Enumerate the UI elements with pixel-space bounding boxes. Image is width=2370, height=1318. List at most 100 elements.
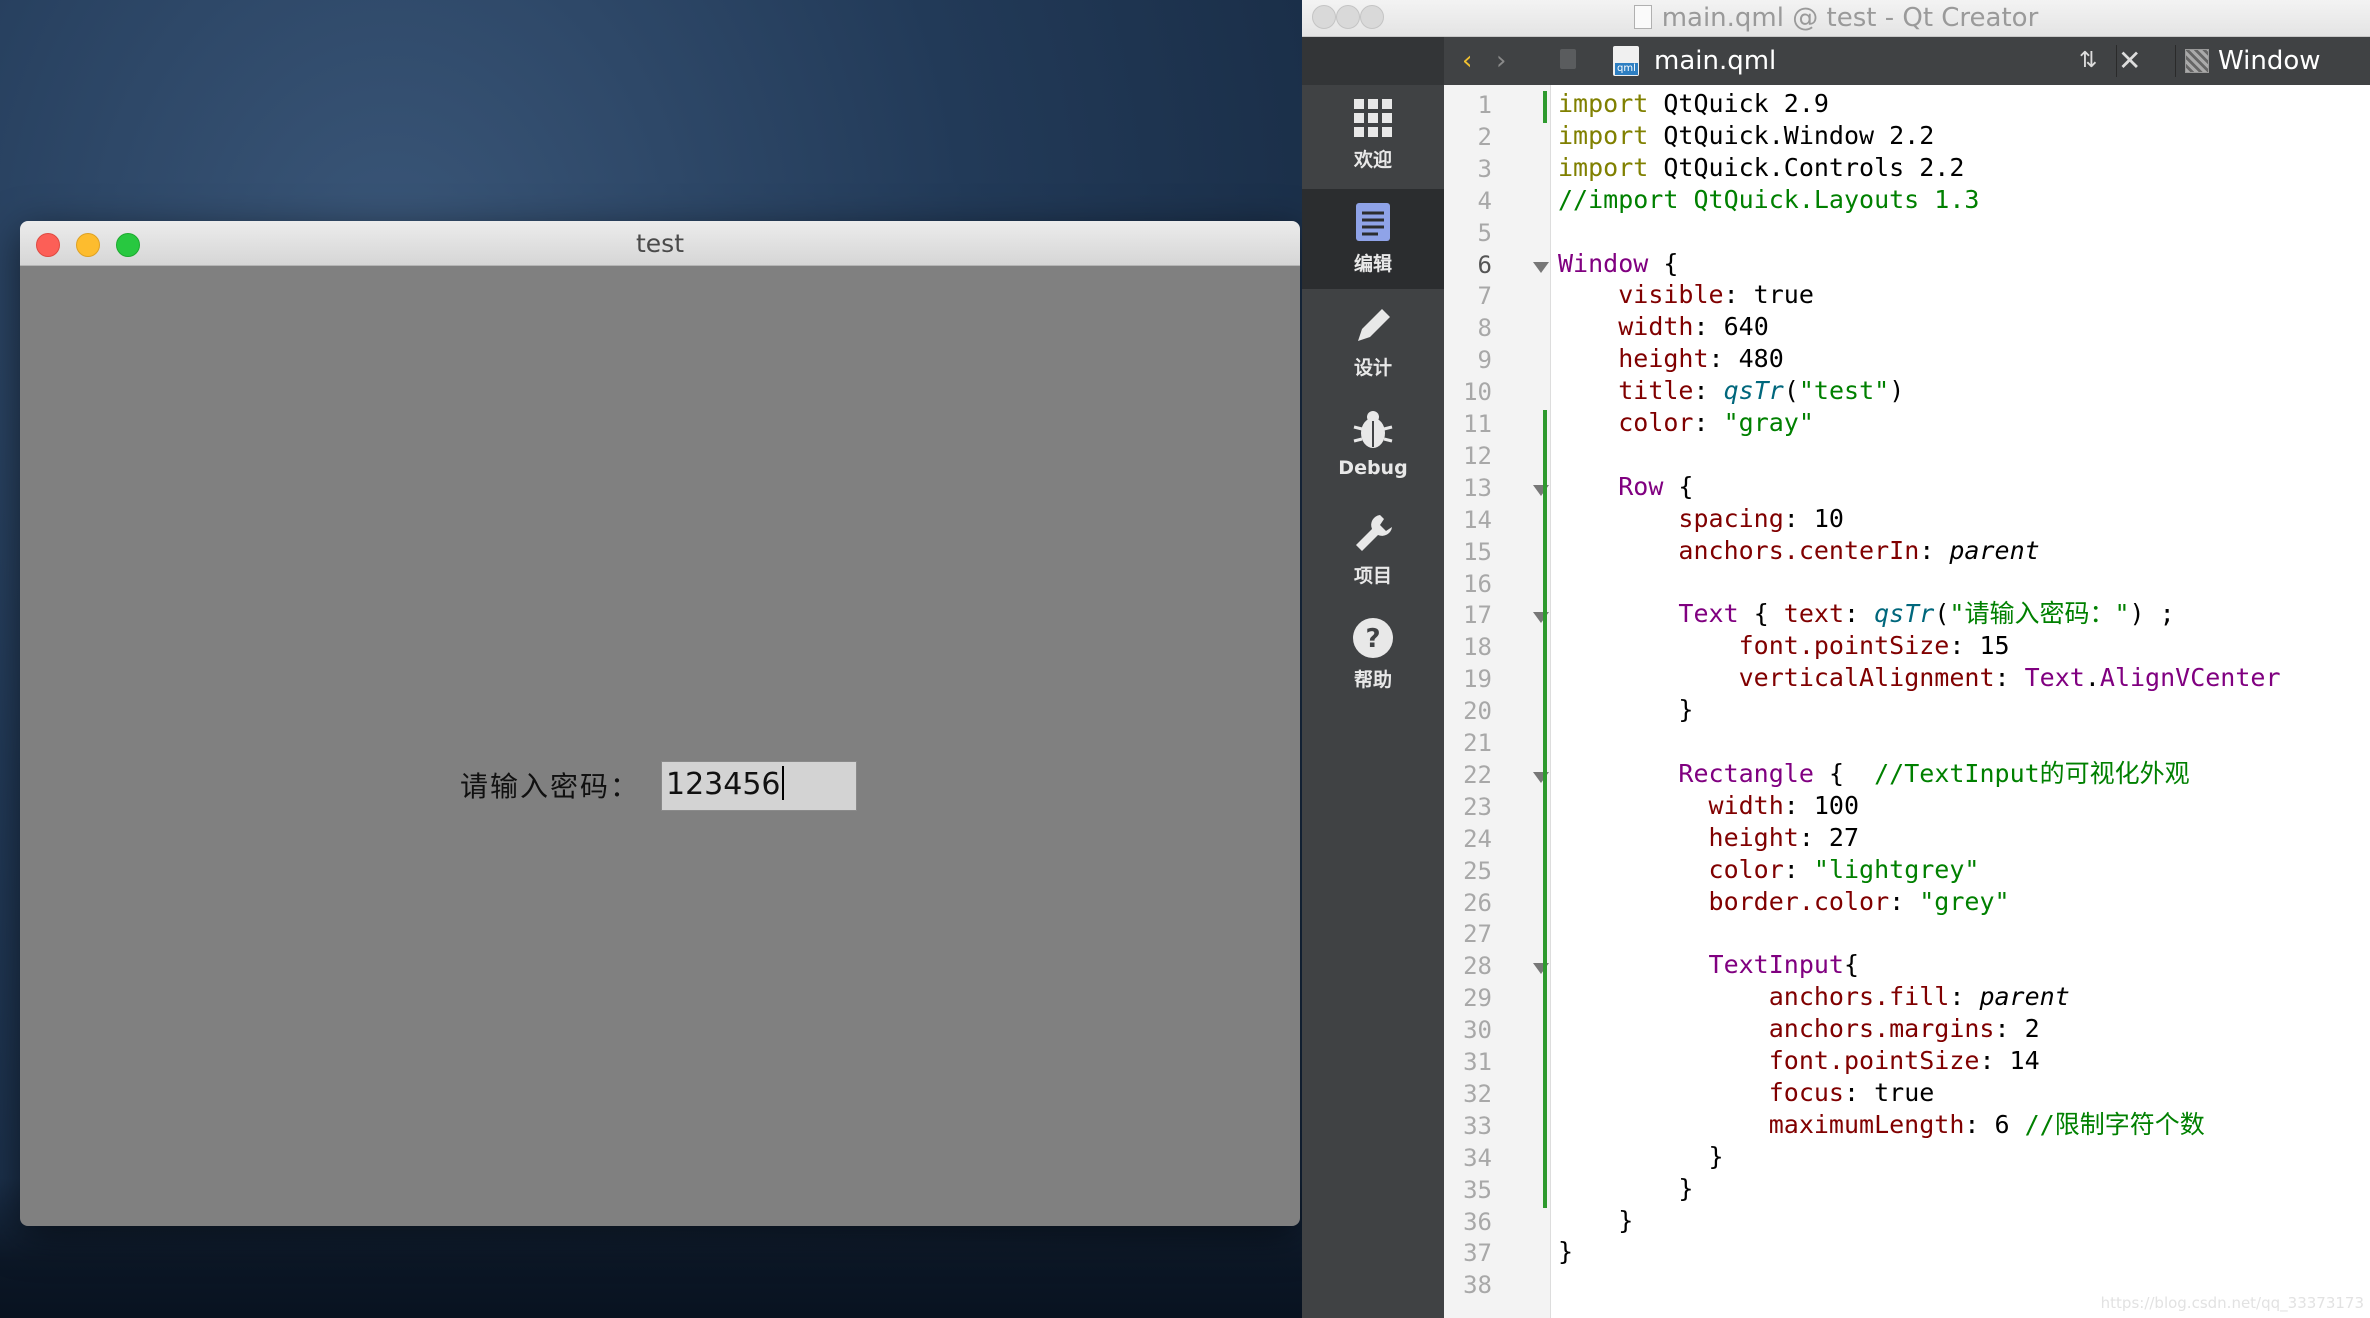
code-token: focus xyxy=(1768,1077,1844,1107)
sidebar-item-welcome[interactable]: 欢迎 xyxy=(1302,85,1444,185)
sidebar-item-projects[interactable]: 项目 xyxy=(1302,501,1444,601)
lock-icon[interactable] xyxy=(1560,49,1576,69)
toolbar-divider xyxy=(2116,45,2117,77)
code-token: //TextInput的可视化外观 xyxy=(1874,758,2190,788)
code-token: anchors.centerIn xyxy=(1678,535,1920,565)
code-token: : xyxy=(1889,886,1920,916)
forward-arrow-icon[interactable]: › xyxy=(1496,37,1506,85)
code-token: Text xyxy=(2024,663,2085,693)
code-line: anchors.margins: 2 xyxy=(1558,1013,2040,1044)
code-line: Text { text: qsTr("请输入密码：") ; xyxy=(1558,598,2174,629)
sidebar-item-label: 帮助 xyxy=(1353,669,1392,691)
line-number: 38 xyxy=(1463,1271,1492,1300)
code-token: : 10 xyxy=(1783,503,1844,533)
code-token: TextInput xyxy=(1708,950,1844,980)
code-line: } xyxy=(1558,1173,1693,1204)
code-token: : 15 xyxy=(1949,631,2010,661)
line-number: 33 xyxy=(1463,1111,1492,1140)
code-line: //import QtQuick.Layouts 1.3 xyxy=(1558,184,1979,215)
text-caret xyxy=(781,766,784,800)
close-document-icon[interactable]: ✕ xyxy=(2118,37,2141,85)
file-selector-stepper-icon[interactable]: ⇅ xyxy=(2079,37,2097,85)
code-token: : xyxy=(1994,663,2025,693)
code-token: } xyxy=(1558,695,1694,725)
line-number: 3 xyxy=(1477,154,1492,183)
code-token: width xyxy=(1708,790,1784,820)
bug-icon xyxy=(1350,407,1396,453)
sidebar-item-help[interactable]: ? 帮助 xyxy=(1302,605,1444,705)
code-token: : 480 xyxy=(1708,344,1784,374)
code-token: //限制字符个数 xyxy=(2024,1109,2205,1139)
code-token: import xyxy=(1558,152,1649,182)
code-token: { xyxy=(1813,758,1875,788)
code-token: Window xyxy=(1558,248,1649,278)
test-window-titlebar[interactable]: test xyxy=(20,221,1300,266)
line-number: 32 xyxy=(1463,1079,1492,1108)
line-number: 13 xyxy=(1463,473,1492,502)
line-number: 30 xyxy=(1463,1016,1492,1045)
sidebar-item-edit[interactable]: 编辑 xyxy=(1302,189,1444,289)
code-line: height: 480 xyxy=(1558,343,1784,374)
code-line: } xyxy=(1558,694,1693,725)
code-line: color: "gray" xyxy=(1558,407,1814,438)
open-file-selector[interactable]: main.qml xyxy=(1654,37,1776,85)
document-icon xyxy=(1633,5,1652,29)
sidebar-item-debug[interactable]: Debug xyxy=(1302,397,1444,497)
code-line: import QtQuick.Controls 2.2 xyxy=(1558,152,1964,183)
symbol-selector[interactable]: Window xyxy=(2218,37,2321,85)
grid-icon xyxy=(1350,95,1396,141)
code-token: AlignVCenter xyxy=(2099,663,2281,693)
back-arrow-icon[interactable]: ‹ xyxy=(1462,37,1472,85)
password-input-value: 123456 xyxy=(666,766,784,802)
code-line: Row { xyxy=(1558,471,1693,502)
code-token: QtQuick 2.9 xyxy=(1648,89,1829,118)
sidebar-item-design[interactable]: 设计 xyxy=(1302,293,1444,393)
pencil-icon xyxy=(1350,303,1396,349)
code-token: } xyxy=(1558,1173,1694,1203)
line-number: 2 xyxy=(1477,122,1492,151)
line-number: 4 xyxy=(1477,186,1492,215)
line-number: 36 xyxy=(1463,1207,1492,1236)
code-token: font.pointSize xyxy=(1738,631,1950,661)
qt-creator-titlebar[interactable]: main.qml @ test - Qt Creator xyxy=(1302,0,2370,37)
watermark: https://blog.csdn.net/qq_33373173 xyxy=(2100,1294,2364,1312)
line-number: 28 xyxy=(1463,952,1492,981)
help-icon: ? xyxy=(1350,615,1396,661)
line-number: 9 xyxy=(1477,346,1492,375)
code-token: : xyxy=(1783,854,1814,884)
toolbar-divider xyxy=(2175,45,2176,77)
code-line: } xyxy=(1558,1141,1724,1172)
code-editor[interactable]: import QtQuick 2.9 import QtQuick.Window … xyxy=(1558,85,2370,1318)
code-token: verticalAlignment xyxy=(1738,663,1995,693)
code-token: ( xyxy=(1783,376,1799,406)
code-token: : true xyxy=(1723,280,1814,310)
fold-arrow-icon[interactable] xyxy=(1533,261,1549,273)
test-window: test 请输入密码： 123456 xyxy=(20,221,1300,1226)
password-input[interactable]: 123456 xyxy=(661,761,857,811)
code-token: parent xyxy=(1979,982,2070,1012)
code-token: title xyxy=(1618,376,1694,406)
code-token: QtQuick.Controls 2.2 xyxy=(1648,152,1965,182)
document-icon xyxy=(1350,199,1396,245)
line-number: 22 xyxy=(1463,760,1492,789)
line-number: 15 xyxy=(1463,537,1492,566)
code-token: qsTr xyxy=(1723,376,1784,406)
code-token: maximumLength xyxy=(1768,1109,1965,1139)
line-number-gutter[interactable]: 1 2 3 4 5 6 7 8 9 10 11 12 13 14 15 16 17 18 19 20 21 22 23 24 2… xyxy=(1444,85,1551,1318)
code-token: "请输入密码：" xyxy=(1949,599,2130,629)
code-token: { xyxy=(1843,950,1860,980)
toolbar-mode-spacer xyxy=(1302,37,1444,85)
line-number: 19 xyxy=(1463,665,1492,694)
